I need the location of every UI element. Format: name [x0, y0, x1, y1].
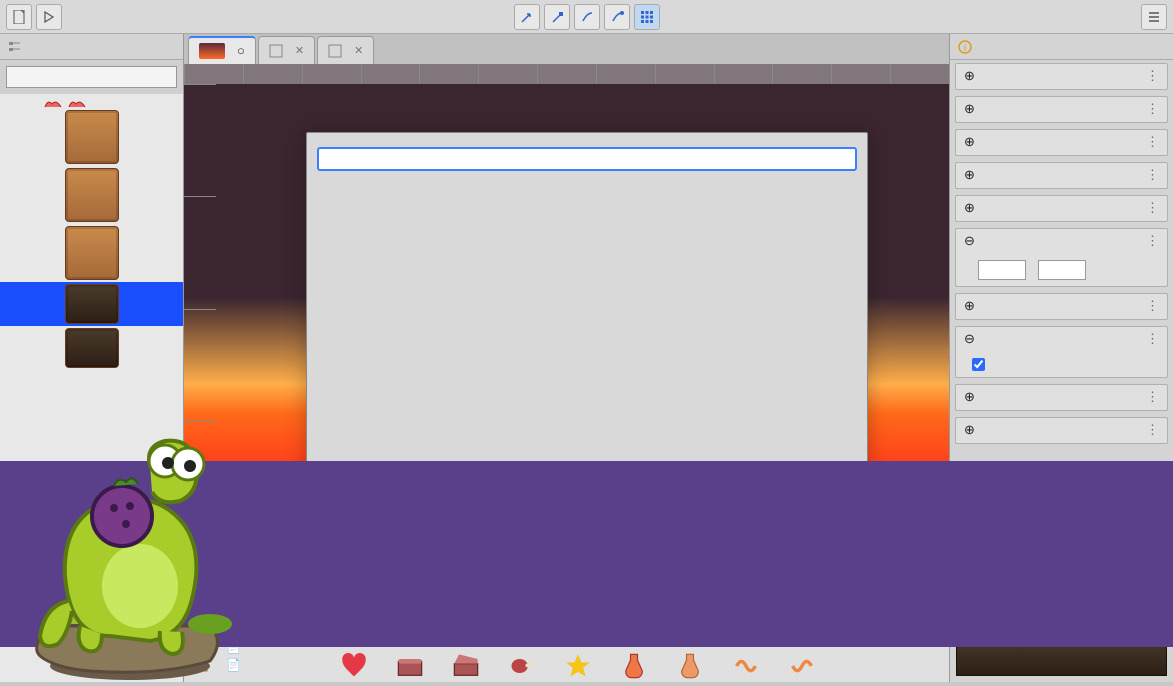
- section-user-components[interactable]: ⊕⋮: [955, 96, 1168, 123]
- tool-translate-button[interactable]: [514, 4, 540, 30]
- close-icon[interactable]: ✕: [354, 44, 363, 57]
- info-icon: i: [958, 40, 972, 54]
- asset-thumbnails: [340, 650, 816, 682]
- potion2-icon[interactable]: [676, 652, 704, 680]
- origin-y-input[interactable]: [1038, 260, 1086, 280]
- section-menu-icon[interactable]: ⋮: [1146, 102, 1159, 117]
- section-menu-icon[interactable]: ⋮: [1146, 234, 1159, 249]
- tool-origin-button[interactable]: [604, 4, 630, 30]
- chest-open-icon[interactable]: [452, 652, 480, 680]
- star-icon[interactable]: [564, 652, 592, 680]
- js-icon: [328, 44, 342, 58]
- section-transform[interactable]: ⊕⋮: [955, 195, 1168, 222]
- section-tint[interactable]: ⊕⋮: [955, 417, 1168, 444]
- list-item[interactable]: [0, 224, 183, 282]
- inspector-header: i: [950, 34, 1173, 60]
- list-item[interactable]: [0, 166, 183, 224]
- section-origin[interactable]: ⊖⋮: [955, 228, 1168, 287]
- dino-mascot-icon: [10, 406, 240, 686]
- chest-icon[interactable]: [396, 652, 424, 680]
- section-parent[interactable]: ⊕⋮: [955, 162, 1168, 189]
- section-visible[interactable]: ⊖⋮: [955, 326, 1168, 378]
- dialog-title: [307, 133, 867, 145]
- section-menu-icon[interactable]: ⋮: [1146, 299, 1159, 314]
- tab-level-js[interactable]: ✕: [317, 36, 374, 64]
- file-menu-button[interactable]: [6, 4, 32, 30]
- section-alpha[interactable]: ⊕⋮: [955, 384, 1168, 411]
- section-menu-icon[interactable]: ⋮: [1146, 201, 1159, 216]
- rope-icon[interactable]: [732, 652, 760, 680]
- go-to-file-dialog: [306, 132, 868, 472]
- play-button[interactable]: [36, 4, 62, 30]
- heart-icon[interactable]: [340, 652, 368, 680]
- section-menu-icon[interactable]: ⋮: [1146, 423, 1159, 438]
- json-icon: [269, 44, 283, 58]
- list-item-selected[interactable]: [0, 282, 183, 326]
- section-variable[interactable]: ⊕⋮: [955, 63, 1168, 90]
- file-list: [307, 177, 867, 471]
- dirty-indicator-icon: ○: [237, 43, 245, 59]
- go-to-file-input[interactable]: [317, 147, 857, 171]
- ruler-horizontal: [184, 64, 949, 84]
- tab-animations-json[interactable]: ✕: [258, 36, 315, 64]
- meat-icon[interactable]: [508, 652, 536, 680]
- potion-icon[interactable]: [620, 652, 648, 680]
- hamburger-menu-button[interactable]: [1141, 4, 1167, 30]
- outline-icon: [8, 40, 22, 54]
- section-menu-icon[interactable]: ⋮: [1146, 390, 1159, 405]
- section-flip[interactable]: ⊕⋮: [955, 293, 1168, 320]
- list-item[interactable]: [0, 326, 183, 370]
- close-icon[interactable]: ✕: [295, 44, 304, 57]
- scene-icon: [199, 43, 225, 59]
- section-menu-icon[interactable]: ⋮: [1146, 135, 1159, 150]
- outline-header: [0, 34, 183, 60]
- outline-search-input[interactable]: [6, 66, 177, 88]
- tool-grid-button[interactable]: [634, 4, 660, 30]
- editor-tabs: ○ ✕ ✕: [184, 34, 949, 64]
- list-item[interactable]: [0, 108, 183, 166]
- top-toolbar: [0, 0, 1173, 34]
- section-menu-icon[interactable]: ⋮: [1146, 69, 1159, 84]
- origin-x-input[interactable]: [978, 260, 1026, 280]
- tool-scale-button[interactable]: [574, 4, 600, 30]
- tab-level-scene[interactable]: ○: [188, 36, 256, 64]
- section-menu-icon[interactable]: ⋮: [1146, 168, 1159, 183]
- visible-checkbox[interactable]: [972, 358, 985, 371]
- section-lists[interactable]: ⊕⋮: [955, 129, 1168, 156]
- rope2-icon[interactable]: [788, 652, 816, 680]
- tool-rotate-button[interactable]: [544, 4, 570, 30]
- section-menu-icon[interactable]: ⋮: [1146, 332, 1159, 347]
- svg-text:i: i: [964, 43, 966, 54]
